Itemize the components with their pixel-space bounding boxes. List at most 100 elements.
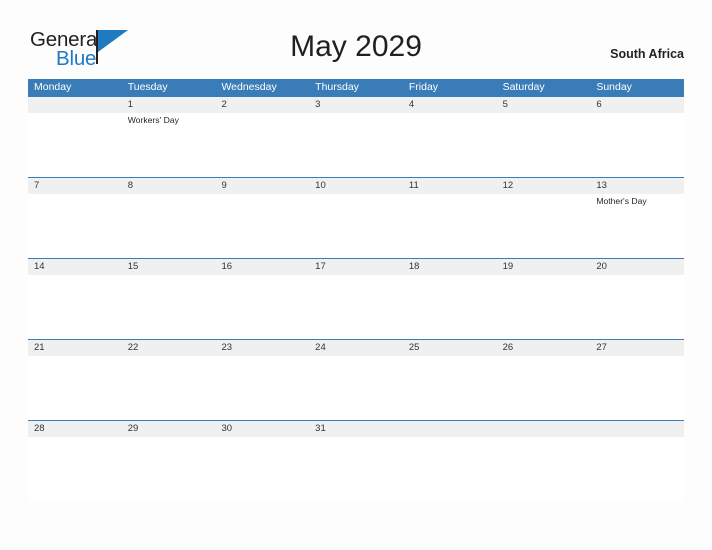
day-number[interactable]: 30 (215, 421, 309, 437)
day-number[interactable]: 24 (309, 340, 403, 356)
day-cell[interactable] (28, 275, 122, 339)
day-number[interactable]: 16 (215, 259, 309, 275)
week-event-band (28, 275, 684, 339)
day-number[interactable]: 27 (590, 340, 684, 356)
week-event-band: Workers' Day (28, 113, 684, 177)
page-title: May 2029 (290, 30, 422, 63)
day-number[interactable]: 6 (590, 97, 684, 113)
country-label: South Africa (610, 47, 684, 61)
day-number[interactable]: 2 (215, 97, 309, 113)
day-number[interactable]: 4 (403, 97, 497, 113)
day-number[interactable] (590, 421, 684, 437)
day-cell[interactable] (403, 356, 497, 420)
day-number[interactable]: 12 (497, 178, 591, 194)
week-date-band: 28 29 30 31 (28, 420, 684, 437)
day-cell[interactable] (497, 356, 591, 420)
day-cell[interactable] (403, 275, 497, 339)
day-number[interactable]: 14 (28, 259, 122, 275)
event-label: Workers' Day (127, 115, 179, 125)
day-cell[interactable] (309, 194, 403, 258)
day-cell[interactable]: Mother's Day (590, 194, 684, 258)
day-cell[interactable] (309, 275, 403, 339)
day-cell[interactable] (497, 113, 591, 177)
day-cell[interactable] (403, 437, 497, 501)
day-number[interactable]: 17 (309, 259, 403, 275)
day-number[interactable]: 20 (590, 259, 684, 275)
day-cell[interactable] (215, 194, 309, 258)
day-cell[interactable] (309, 437, 403, 501)
day-number[interactable] (403, 421, 497, 437)
day-number[interactable]: 7 (28, 178, 122, 194)
day-cell[interactable] (497, 437, 591, 501)
day-number[interactable]: 13 (590, 178, 684, 194)
day-number[interactable]: 10 (309, 178, 403, 194)
day-cell[interactable] (28, 113, 122, 177)
week-row: 14 15 16 17 18 19 20 (28, 258, 684, 339)
day-number[interactable]: 22 (122, 340, 216, 356)
week-event-band (28, 437, 684, 501)
day-cell[interactable] (497, 275, 591, 339)
day-cell[interactable] (122, 356, 216, 420)
day-cell[interactable] (403, 194, 497, 258)
week-event-band (28, 356, 684, 420)
day-cell[interactable] (590, 275, 684, 339)
day-cell[interactable] (215, 356, 309, 420)
day-cell[interactable] (28, 437, 122, 501)
day-cell[interactable] (309, 356, 403, 420)
day-cell[interactable] (122, 437, 216, 501)
day-cell[interactable] (28, 356, 122, 420)
day-number[interactable]: 5 (497, 97, 591, 113)
weekday-header-monday: Monday (34, 81, 72, 93)
day-cell[interactable] (215, 437, 309, 501)
week-row: 1 2 3 4 5 6 Workers' Day (28, 96, 684, 177)
day-number[interactable]: 25 (403, 340, 497, 356)
day-number[interactable]: 1 (122, 97, 216, 113)
weekday-header-tuesday: Tuesday (127, 81, 168, 93)
day-number[interactable]: 19 (497, 259, 591, 275)
day-cell[interactable] (215, 275, 309, 339)
day-number[interactable] (28, 97, 122, 113)
day-number[interactable]: 15 (122, 259, 216, 275)
week-date-band: 21 22 23 24 25 26 27 (28, 339, 684, 356)
weekday-header-thursday: Thursday (315, 81, 359, 93)
day-cell[interactable] (122, 275, 216, 339)
day-number[interactable]: 26 (497, 340, 591, 356)
day-cell[interactable] (403, 113, 497, 177)
day-number[interactable]: 9 (215, 178, 309, 194)
week-row: 28 29 30 31 (28, 420, 684, 501)
week-date-band: 7 8 9 10 11 12 13 (28, 177, 684, 194)
page-header: General Blue May 2029 South Africa (0, 0, 712, 76)
day-cell[interactable] (590, 113, 684, 177)
week-date-band: 14 15 16 17 18 19 20 (28, 258, 684, 275)
week-row: 7 8 9 10 11 12 13 Mother's Day (28, 177, 684, 258)
event-label: Mother's Day (596, 196, 647, 206)
day-number[interactable]: 11 (403, 178, 497, 194)
day-number[interactable]: 8 (122, 178, 216, 194)
weekday-header-row: Monday Tuesday Wednesday Thursday Friday… (28, 79, 684, 96)
day-cell[interactable] (590, 437, 684, 501)
calendar-page: General Blue May 2029 South Africa Monda… (0, 0, 712, 550)
week-row: 21 22 23 24 25 26 27 (28, 339, 684, 420)
day-number[interactable]: 21 (28, 340, 122, 356)
day-cell[interactable]: Workers' Day (122, 113, 216, 177)
day-number[interactable]: 28 (28, 421, 122, 437)
day-cell[interactable] (122, 194, 216, 258)
day-number[interactable]: 29 (122, 421, 216, 437)
day-cell[interactable] (590, 356, 684, 420)
day-cell[interactable] (309, 113, 403, 177)
day-number[interactable] (497, 421, 591, 437)
weekday-header-saturday: Saturday (502, 81, 545, 93)
week-date-band: 1 2 3 4 5 6 (28, 96, 684, 113)
day-number[interactable]: 23 (215, 340, 309, 356)
day-number[interactable]: 31 (309, 421, 403, 437)
day-cell[interactable] (28, 194, 122, 258)
weekday-header-sunday: Sunday (596, 81, 632, 93)
weekday-header-friday: Friday (408, 81, 439, 93)
week-event-band: Mother's Day (28, 194, 684, 258)
day-number[interactable]: 18 (403, 259, 497, 275)
day-cell[interactable] (215, 113, 309, 177)
calendar-grid: Monday Tuesday Wednesday Thursday Friday… (28, 79, 684, 501)
day-number[interactable]: 3 (309, 97, 403, 113)
day-cell[interactable] (497, 194, 591, 258)
weekday-header-wednesday: Wednesday (221, 81, 277, 93)
